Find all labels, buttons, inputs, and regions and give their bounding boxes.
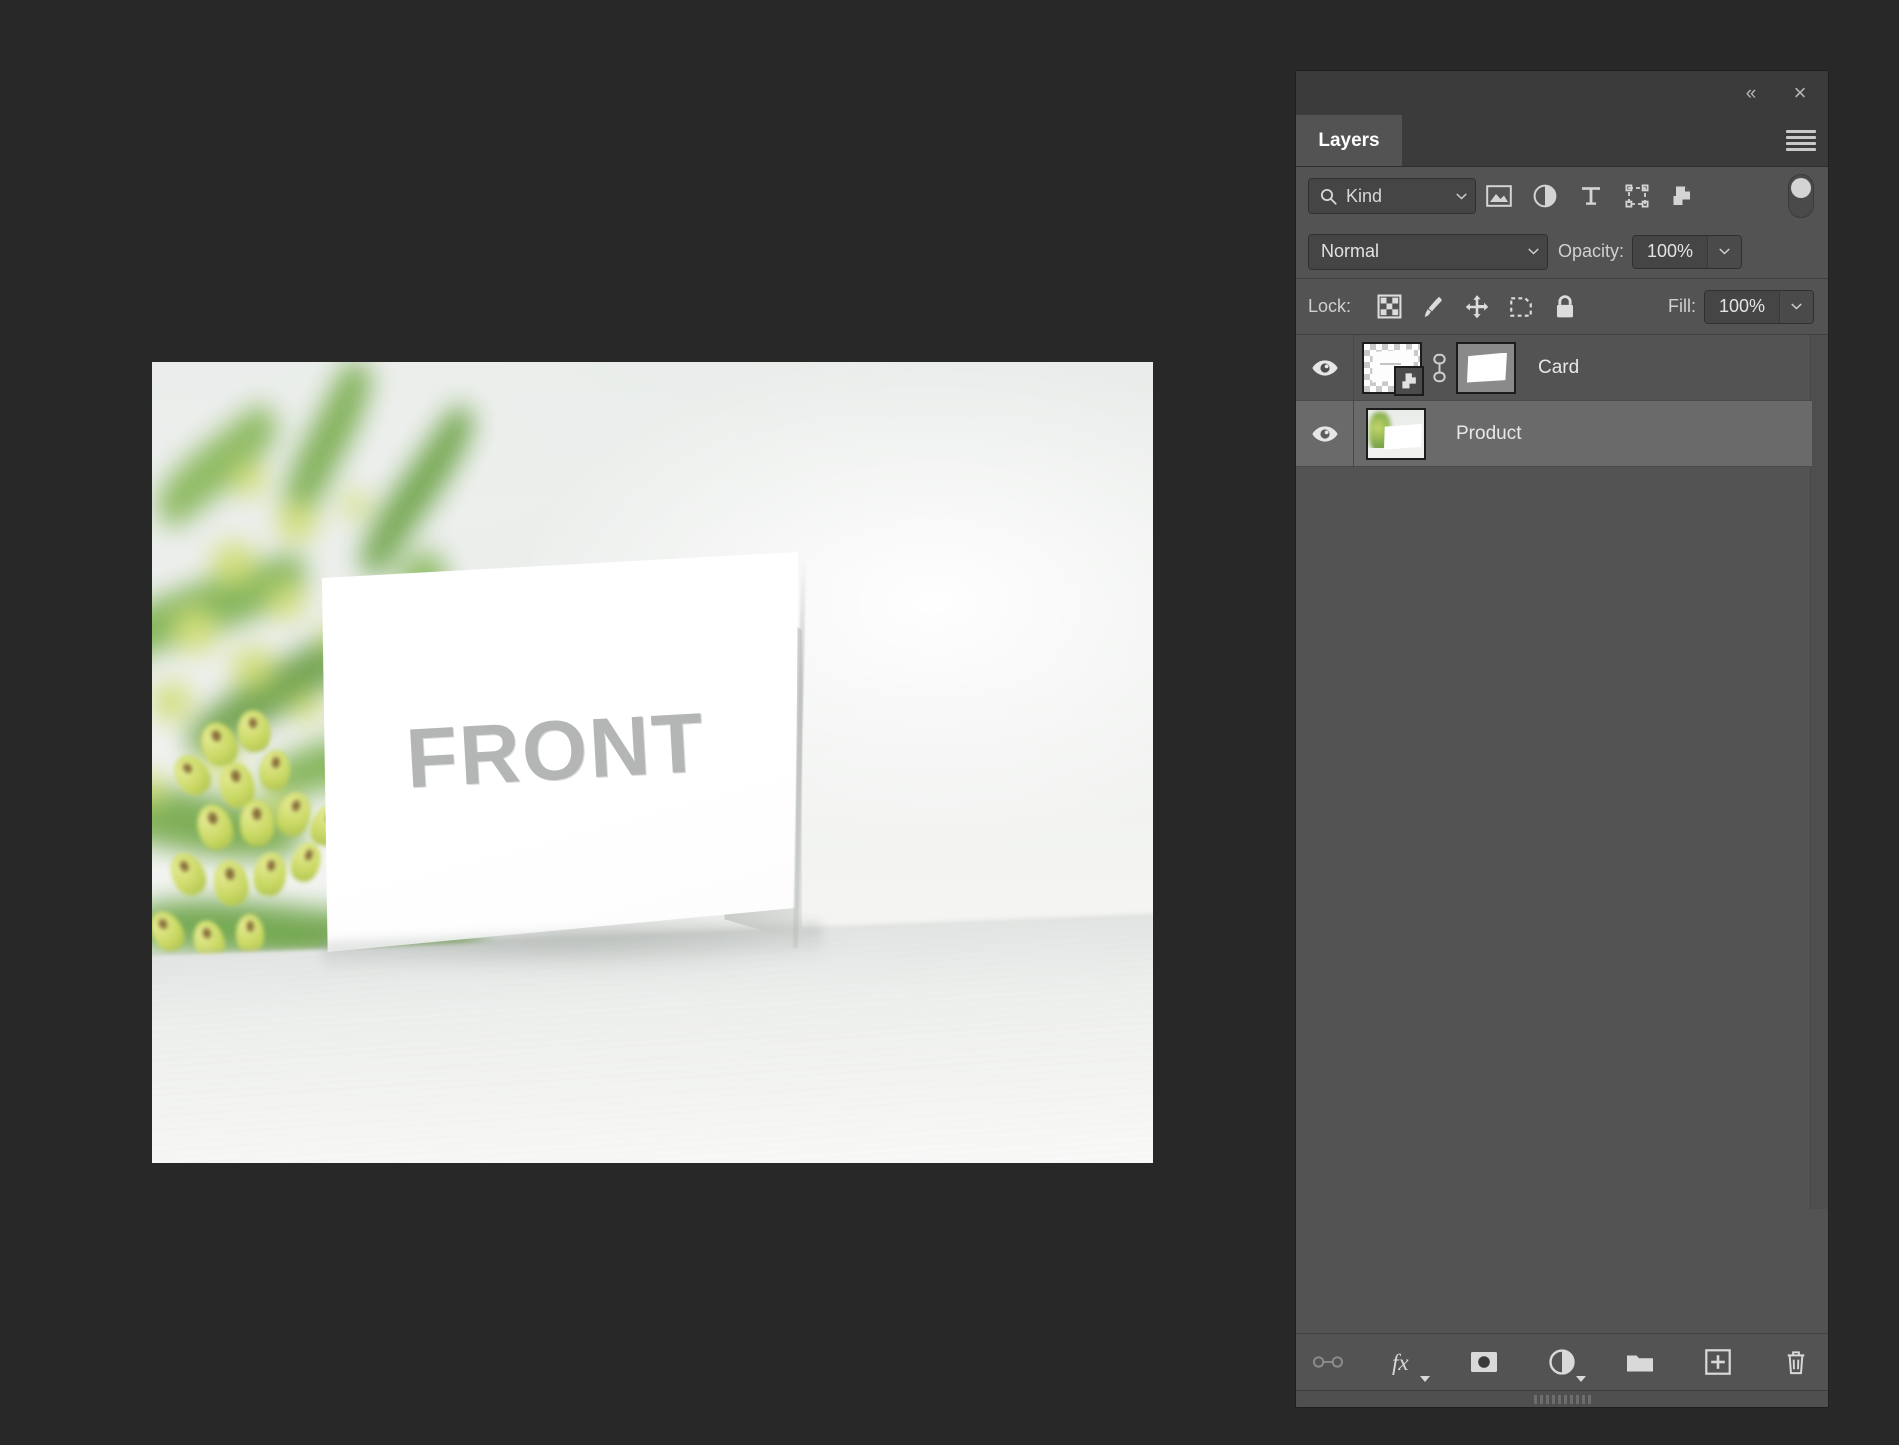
fill-value[interactable]: 100% [1705,291,1779,323]
thumbnail-selection-bracket [1366,408,1374,416]
eye-icon [1311,358,1339,378]
layer-list-empty-area[interactable] [1296,467,1810,1209]
lock-all-icon[interactable] [1543,287,1587,327]
layer-thumbnail[interactable] [1362,342,1422,394]
lock-image-pixels-icon[interactable] [1411,287,1455,327]
opacity-field[interactable]: 100% [1632,235,1742,269]
blend-mode-value: Normal [1321,241,1528,262]
opacity-value[interactable]: 100% [1633,236,1707,268]
filter-enable-toggle[interactable] [1788,174,1814,218]
card-front-panel [320,552,800,952]
panel-resize-grip[interactable] [1296,1390,1828,1407]
app-window: FRONT « × Layers [0,0,1899,1445]
filter-kind-label: Kind [1346,186,1448,207]
layers-panel: « × Layers Kind [1295,70,1829,1408]
chevron-down-icon [1420,1376,1430,1382]
panel-menu-icon[interactable] [1786,129,1816,153]
add-layer-mask-icon[interactable] [1462,1341,1506,1383]
layer-visibility-toggle[interactable] [1296,401,1354,466]
smart-object-filter-icon[interactable] [1660,176,1706,216]
layer-name[interactable]: Product [1456,423,1521,445]
lock-position-icon[interactable] [1455,287,1499,327]
fill-stepper[interactable] [1779,291,1813,323]
card-layer-thumbnails [1354,342,1516,394]
blend-mode-select[interactable]: Normal [1308,234,1548,270]
layer-visibility-toggle[interactable] [1296,335,1354,400]
collapse-panel-icon[interactable]: « [1736,79,1764,107]
smart-object-badge-icon [1394,366,1424,396]
thumbnail-selection-bracket [1418,452,1426,460]
layer-style-fx-icon[interactable]: fx [1384,1341,1428,1383]
panel-titlebar: « × [1296,71,1828,115]
lock-row: Lock: [1296,279,1828,335]
lock-label: Lock: [1308,296,1351,317]
new-fill-adjustment-layer-icon[interactable] [1540,1341,1584,1383]
opacity-label: Opacity: [1558,241,1624,262]
filter-kind-select[interactable]: Kind [1308,178,1476,214]
lock-transparent-pixels-icon[interactable] [1367,287,1411,327]
product-layer-thumbnails [1354,408,1426,460]
link-layers-icon[interactable] [1306,1341,1350,1383]
layer-thumbnail[interactable] [1366,408,1426,460]
blend-mode-row: Normal Opacity: 100% [1296,225,1828,279]
layer-mask-thumbnail[interactable] [1456,342,1516,394]
chevron-down-icon [1576,1376,1586,1382]
table-row[interactable]: Product [1296,401,1812,467]
fill-field[interactable]: 100% [1704,290,1814,324]
search-icon [1319,187,1338,206]
shape-layer-filter-icon[interactable] [1614,176,1660,216]
chevron-down-icon [1456,193,1467,200]
eye-icon [1311,424,1339,444]
layer-filter-row: Kind [1296,167,1828,225]
thumbnail-selection-bracket [1366,452,1374,460]
collapse-glyph: « [1746,84,1755,103]
panel-tabbar: Layers [1296,115,1828,167]
fill-label: Fill: [1668,296,1696,317]
product-photo: FRONT [152,362,1153,1163]
layer-name[interactable]: Card [1538,357,1579,379]
thumbnail-selection-bracket [1418,408,1426,416]
lock-artboard-nesting-icon[interactable] [1499,287,1543,327]
tab-layers-label: Layers [1318,130,1379,152]
delete-layer-icon[interactable] [1774,1341,1818,1383]
mask-link-icon[interactable] [1422,353,1456,383]
tab-layers[interactable]: Layers [1296,115,1402,166]
layer-list[interactable]: Card [1296,335,1828,1209]
svg-text:fx: fx [1392,1350,1409,1375]
new-layer-icon[interactable] [1696,1341,1740,1383]
pixel-layer-filter-icon[interactable] [1476,176,1522,216]
layer-list-scrollbar[interactable] [1810,335,1828,1209]
document-canvas[interactable]: FRONT [152,362,1153,1163]
new-group-icon[interactable] [1618,1341,1662,1383]
type-layer-filter-icon[interactable] [1568,176,1614,216]
layers-panel-bottom-toolbar: fx [1296,1333,1828,1407]
close-glyph: × [1794,82,1807,104]
chevron-down-icon [1528,248,1539,255]
adjustment-layer-filter-icon[interactable] [1522,176,1568,216]
close-panel-icon[interactable]: × [1786,79,1814,107]
opacity-stepper[interactable] [1707,236,1741,268]
table-row[interactable]: Card [1296,335,1812,401]
